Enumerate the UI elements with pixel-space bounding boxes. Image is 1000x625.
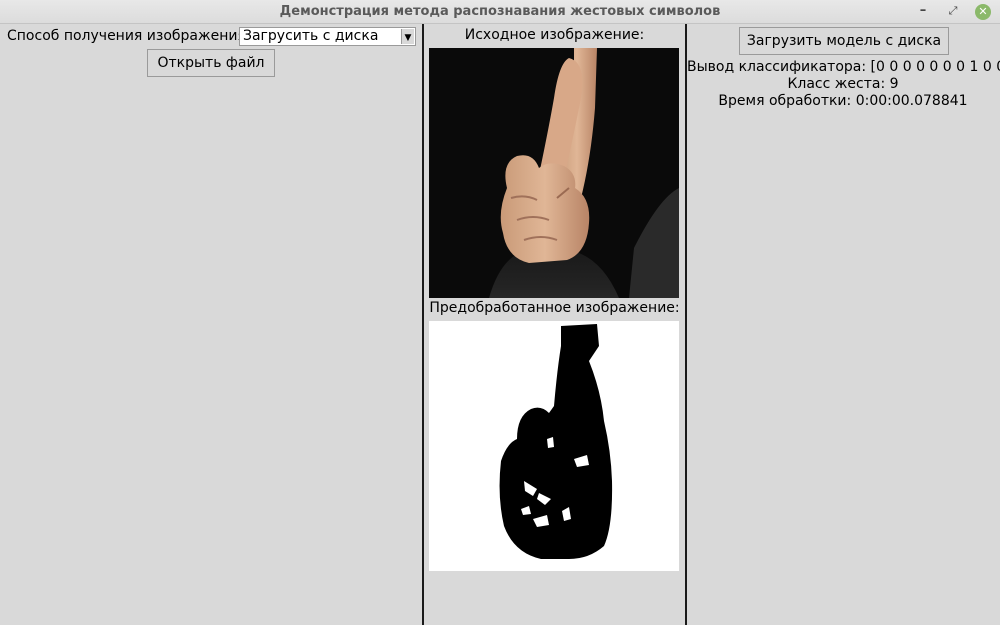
processed-image bbox=[429, 321, 679, 571]
open-file-button[interactable]: Открыть файл bbox=[147, 49, 275, 77]
hand-photo-icon bbox=[429, 48, 679, 298]
binary-hand-silhouette-icon bbox=[429, 321, 679, 571]
window-title: Демонстрация метода распознавания жестов… bbox=[279, 4, 721, 19]
processed-image-label: Предобработанное изображение: bbox=[429, 300, 680, 316]
original-image bbox=[429, 48, 679, 298]
middle-panel: Исходное изображение: Предобработанное и… bbox=[423, 24, 686, 625]
load-model-button[interactable]: Загрузить модель с диска bbox=[739, 27, 949, 55]
chevron-down-icon[interactable]: ▼ bbox=[401, 29, 414, 44]
title-bar[interactable]: Демонстрация метода распознавания жестов… bbox=[0, 0, 1000, 24]
source-method-value: Загрусить с диска bbox=[243, 28, 379, 44]
source-method-label: Способ получения изображения: bbox=[7, 28, 251, 44]
app-window: Демонстрация метода распознавания жестов… bbox=[0, 0, 1000, 625]
classifier-output-text: Вывод классификатора: [0 0 0 0 0 0 0 1 0… bbox=[687, 59, 1000, 75]
right-panel: Загрузить модель с диска Вывод классифик… bbox=[686, 24, 1000, 625]
maximize-icon[interactable]: ⤢ bbox=[945, 4, 961, 20]
left-panel: Способ получения изображения: Загрусить … bbox=[0, 24, 423, 625]
minimize-icon[interactable]: – bbox=[915, 4, 931, 20]
original-image-label: Исходное изображение: bbox=[464, 27, 645, 43]
close-icon[interactable]: ✕ bbox=[975, 4, 991, 20]
source-method-combobox[interactable]: Загрусить с диска ▼ bbox=[239, 27, 416, 46]
gesture-class-text: Класс жеста: 9 bbox=[787, 76, 899, 92]
processing-time-text: Время обработки: 0:00:00.078841 bbox=[718, 93, 968, 109]
